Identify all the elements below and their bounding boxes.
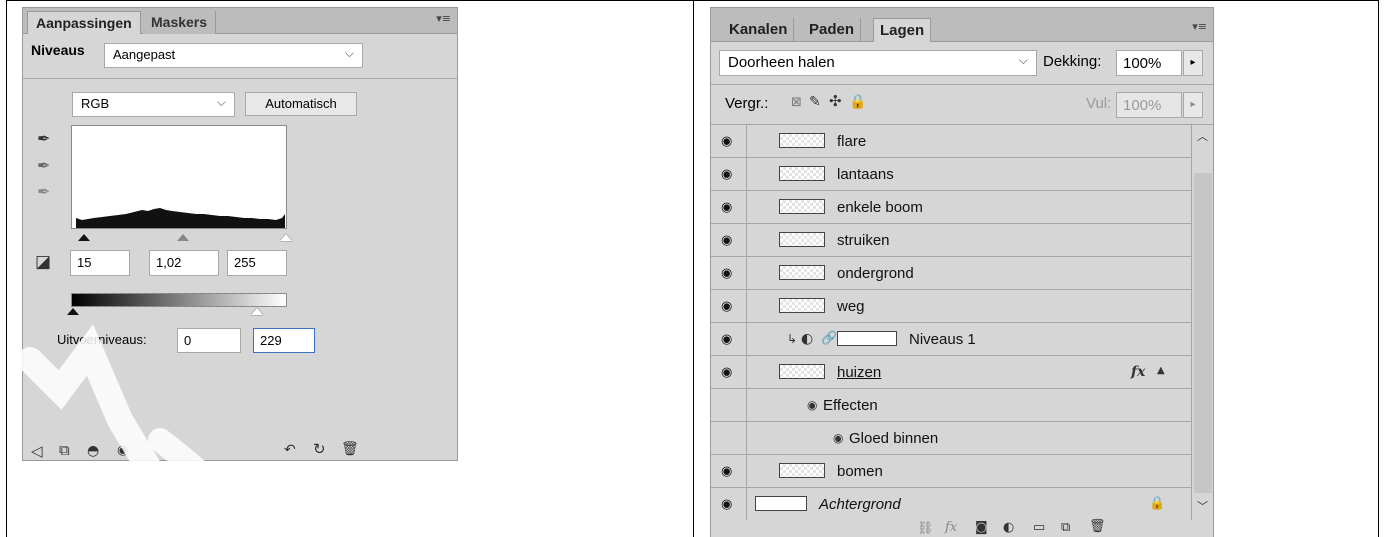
- watermark-overlay: [17, 324, 622, 537]
